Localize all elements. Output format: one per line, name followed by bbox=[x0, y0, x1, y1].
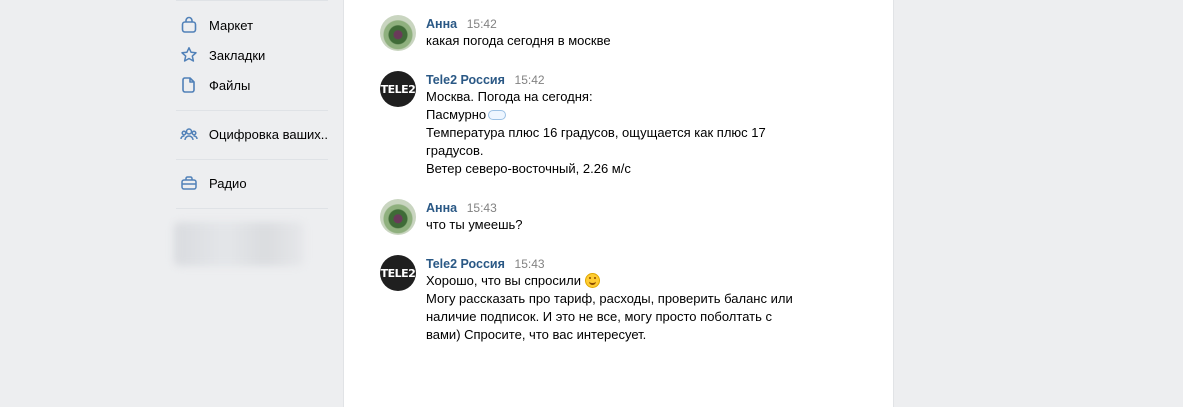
cloud-emoji-icon bbox=[488, 109, 507, 120]
message-time[interactable]: 15:42 bbox=[467, 17, 497, 31]
smile-emoji-icon bbox=[585, 273, 600, 289]
sidebar-item-label: Файлы bbox=[209, 77, 251, 93]
message-text-line: Пасмурно bbox=[426, 106, 846, 124]
message-text-line: Хорошо, что вы спросили bbox=[426, 272, 846, 290]
sidebar-item-label: Маркет bbox=[209, 17, 254, 33]
message-author[interactable]: Анна bbox=[426, 17, 457, 31]
sidebar-item-digitization[interactable]: Оцифровка ваших.. bbox=[176, 120, 328, 148]
message-text-line: наличие подписок. И это не все, могу про… bbox=[426, 309, 772, 324]
message-text-line: вами) Спросите, что вас интересует. bbox=[426, 327, 647, 342]
message-text-line: Москва. Погода на сегодня: bbox=[426, 89, 593, 104]
message-author[interactable]: Анна bbox=[426, 201, 457, 215]
avatar[interactable]: TELE2 bbox=[380, 71, 416, 107]
message-text-line: градусов. bbox=[426, 143, 484, 158]
avatar[interactable]: TELE2 bbox=[380, 255, 416, 291]
chat-history: Анна 15:42 какая погода сегодня в москве… bbox=[343, 0, 894, 407]
sidebar-item-label: Радио bbox=[209, 175, 247, 191]
message-text-line: что ты умеешь? bbox=[426, 217, 523, 232]
message-text-line: какая погода сегодня в москве bbox=[426, 33, 611, 48]
tele2-logo: TELE2 bbox=[380, 266, 416, 280]
message-author[interactable]: Tele2 Россия bbox=[426, 73, 505, 87]
left-sidebar: Маркет Закладки Файлы Оцифровка ваших.. … bbox=[168, 0, 328, 407]
message-time[interactable]: 15:42 bbox=[515, 73, 545, 87]
message-text: Хорошо, что вы спросили bbox=[426, 273, 581, 288]
message-text: Пасмурно bbox=[426, 107, 487, 122]
avatar[interactable] bbox=[380, 199, 416, 235]
sidebar-divider bbox=[176, 110, 328, 111]
people-icon bbox=[179, 124, 199, 144]
sidebar-item-files[interactable]: Файлы bbox=[176, 71, 328, 99]
sidebar-divider bbox=[176, 0, 328, 1]
star-icon bbox=[179, 45, 199, 65]
sidebar-item-label: Оцифровка ваших.. bbox=[208, 126, 328, 142]
sidebar-item-bookmarks[interactable]: Закладки bbox=[176, 41, 328, 69]
sidebar-item-market[interactable]: Маркет bbox=[176, 11, 328, 39]
file-icon bbox=[179, 75, 199, 95]
sidebar-item-radio[interactable]: Радио bbox=[176, 169, 328, 197]
sidebar-divider bbox=[176, 208, 328, 209]
message-text-line: Ветер северо-восточный, 2.26 м/с bbox=[426, 161, 631, 176]
blurred-ad-block bbox=[174, 222, 304, 266]
message-text-line: Могу рассказать про тариф, расходы, пров… bbox=[426, 291, 793, 306]
message-text-line: Температура плюс 16 градусов, ощущается … bbox=[426, 125, 766, 140]
message-time[interactable]: 15:43 bbox=[467, 201, 497, 215]
message-time[interactable]: 15:43 bbox=[515, 257, 545, 271]
bag-icon bbox=[179, 15, 199, 35]
radio-icon bbox=[179, 173, 199, 193]
sidebar-divider bbox=[176, 159, 328, 160]
sidebar-item-label: Закладки bbox=[209, 47, 266, 63]
tele2-logo: TELE2 bbox=[380, 82, 416, 96]
message-author[interactable]: Tele2 Россия bbox=[426, 257, 505, 271]
avatar[interactable] bbox=[380, 15, 416, 51]
